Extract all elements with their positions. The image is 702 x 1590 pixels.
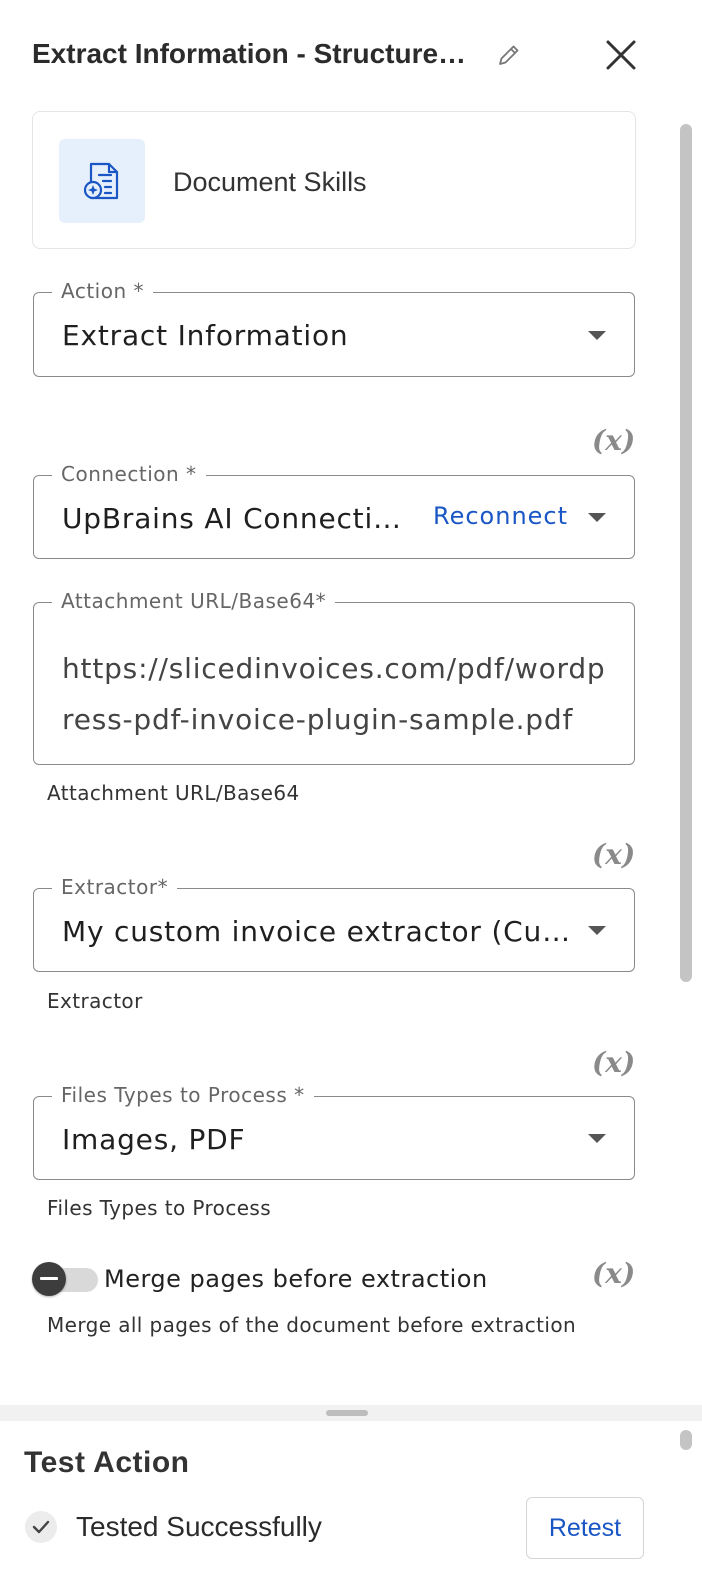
piece-name: Document Skills xyxy=(173,167,367,197)
merge-pages-helper: Merge all pages of the document before e… xyxy=(47,1313,577,1337)
action-label: Action * xyxy=(52,279,153,303)
panel-title: Extract Information - Structure… xyxy=(32,38,467,69)
extractor-variable-toggle[interactable]: (x) xyxy=(592,838,635,871)
retest-button[interactable]: Retest xyxy=(526,1497,644,1559)
file-types-variable-toggle[interactable]: (x) xyxy=(592,1046,635,1079)
attachment-input[interactable]: Attachment URL/Base64* https://slicedinv… xyxy=(33,589,635,765)
extractor-select[interactable]: Extractor* My custom invoice extractor (… xyxy=(33,875,635,972)
chevron-down-icon xyxy=(588,926,606,935)
close-icon[interactable] xyxy=(602,36,640,74)
pencil-icon[interactable] xyxy=(494,40,524,70)
resize-handle[interactable] xyxy=(326,1410,368,1416)
chevron-down-icon xyxy=(588,1134,606,1143)
extractor-helper: Extractor xyxy=(47,989,143,1013)
test-section-title: Test Action xyxy=(24,1446,190,1479)
connection-select[interactable]: Connection * UpBrains AI Connectio… Reco… xyxy=(33,462,635,559)
chevron-down-icon xyxy=(588,331,606,340)
file-types-value: Images, PDF xyxy=(62,1123,246,1156)
connection-label: Connection * xyxy=(52,462,206,486)
panel-header: Extract Information - Structure… xyxy=(0,0,702,110)
extractor-value: My custom invoice extractor (Custo… xyxy=(62,915,582,948)
check-circle-icon xyxy=(25,1511,57,1543)
connection-value: UpBrains AI Connectio… xyxy=(62,502,407,535)
file-types-helper: Files Types to Process xyxy=(47,1196,272,1220)
merge-pages-toggle[interactable] xyxy=(32,1262,98,1296)
chevron-down-icon xyxy=(588,513,606,522)
toggle-off-icon xyxy=(32,1262,66,1296)
merge-pages-variable-toggle[interactable]: (x) xyxy=(592,1257,635,1290)
attachment-value: https://slicedinvoices.com/pdf/wordpress… xyxy=(62,652,606,736)
attachment-helper: Attachment URL/Base64 xyxy=(47,781,300,805)
document-ai-icon xyxy=(83,162,119,200)
reconnect-button[interactable]: Reconnect xyxy=(433,502,568,530)
test-scrollbar[interactable] xyxy=(680,1430,692,1450)
action-value: Extract Information xyxy=(62,319,349,352)
piece-card: Document Skills xyxy=(32,111,636,249)
attachment-label: Attachment URL/Base64* xyxy=(52,589,336,613)
test-status: Tested Successfully xyxy=(76,1511,322,1542)
action-select[interactable]: Action * Extract Information xyxy=(33,279,635,377)
merge-pages-label: Merge pages before extraction xyxy=(104,1265,488,1293)
document-skills-icon-box xyxy=(59,139,145,223)
file-types-label: Files Types to Process * xyxy=(52,1083,314,1107)
connection-variable-toggle[interactable]: (x) xyxy=(592,424,635,457)
extractor-label: Extractor* xyxy=(52,875,178,899)
file-types-select[interactable]: Files Types to Process * Images, PDF xyxy=(33,1083,635,1180)
scrollbar[interactable] xyxy=(680,124,692,982)
